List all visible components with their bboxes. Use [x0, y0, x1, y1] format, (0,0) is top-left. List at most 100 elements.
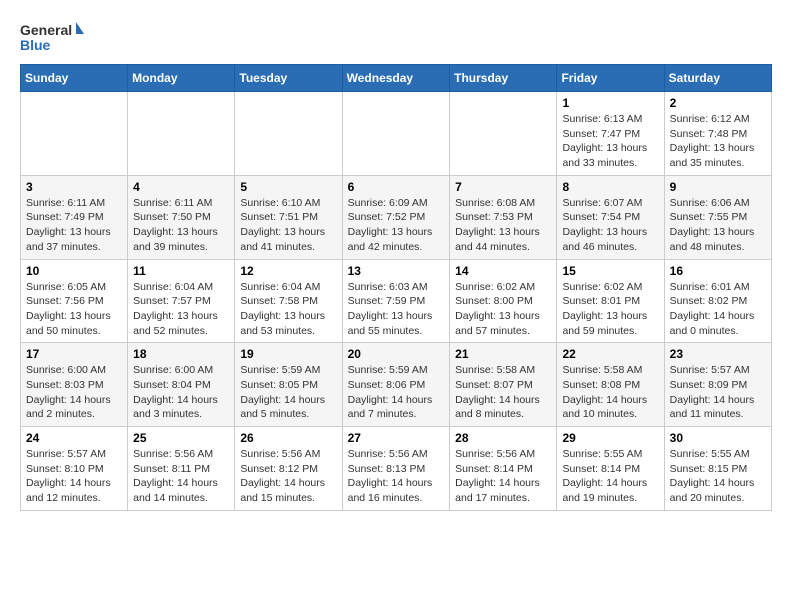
day-info: Sunrise: 5:59 AMSunset: 8:06 PMDaylight:…: [348, 363, 445, 422]
calendar-cell: [235, 92, 342, 176]
day-number: 12: [240, 264, 336, 278]
calendar-cell: 12 Sunrise: 6:04 AMSunset: 7:58 PMDayligh…: [235, 259, 342, 343]
day-info: Sunrise: 6:07 AMSunset: 7:54 PMDaylight:…: [562, 196, 658, 255]
day-number: 25: [133, 431, 229, 445]
week-row-5: 24Sunrise: 5:57 AMSunset: 8:10 PMDayligh…: [21, 427, 772, 511]
day-number: 17: [26, 347, 122, 361]
page-header: GeneralBlue: [20, 20, 772, 56]
calendar-body: 1 Sunrise: 6:13 AMSunset: 7:47 PMDaylight…: [21, 92, 772, 511]
day-info: Sunrise: 5:59 AMSunset: 8:05 PMDaylight:…: [240, 363, 336, 422]
day-info: Sunrise: 5:57 AMSunset: 8:10 PMDaylight:…: [26, 447, 122, 506]
calendar-cell: 21 Sunrise: 5:58 AMSunset: 8:07 PMDayligh…: [450, 343, 557, 427]
day-info: Sunrise: 6:00 AMSunset: 8:03 PMDaylight:…: [26, 363, 122, 422]
day-number: 4: [133, 180, 229, 194]
calendar-cell: 15Sunrise: 6:02 AMSunset: 8:01 PMDayligh…: [557, 259, 664, 343]
calendar-cell: 16 Sunrise: 6:01 AMSunset: 8:02 PMDayligh…: [664, 259, 771, 343]
day-number: 16: [670, 264, 766, 278]
day-number: 14: [455, 264, 551, 278]
day-number: 23: [670, 347, 766, 361]
header-monday: Monday: [128, 65, 235, 92]
day-number: 6: [348, 180, 445, 194]
logo: GeneralBlue: [20, 20, 90, 56]
svg-text:Blue: Blue: [20, 37, 51, 53]
calendar-cell: 22 Sunrise: 5:58 AMSunset: 8:08 PMDayligh…: [557, 343, 664, 427]
day-info: Sunrise: 6:09 AMSunset: 7:52 PMDaylight:…: [348, 196, 445, 255]
day-info: Sunrise: 5:55 AMSunset: 8:15 PMDaylight:…: [670, 447, 766, 506]
day-info: Sunrise: 6:13 AMSunset: 7:47 PMDaylight:…: [562, 112, 658, 171]
calendar-cell: 6 Sunrise: 6:09 AMSunset: 7:52 PMDaylight…: [342, 175, 450, 259]
calendar-cell: [450, 92, 557, 176]
day-info: Sunrise: 5:56 AMSunset: 8:14 PMDaylight:…: [455, 447, 551, 506]
calendar-cell: 3 Sunrise: 6:11 AMSunset: 7:49 PMDaylight…: [21, 175, 128, 259]
day-number: 30: [670, 431, 766, 445]
day-number: 13: [348, 264, 445, 278]
calendar-cell: [21, 92, 128, 176]
calendar-cell: 28 Sunrise: 5:56 AMSunset: 8:14 PMDayligh…: [450, 427, 557, 511]
day-info: Sunrise: 6:10 AMSunset: 7:51 PMDaylight:…: [240, 196, 336, 255]
day-info: Sunrise: 5:58 AMSunset: 8:07 PMDaylight:…: [455, 363, 551, 422]
day-info: Sunrise: 6:02 AMSunset: 8:00 PMDaylight:…: [455, 280, 551, 339]
day-info: Sunrise: 5:56 AMSunset: 8:11 PMDaylight:…: [133, 447, 229, 506]
day-number: 1: [562, 96, 658, 110]
calendar-cell: 26 Sunrise: 5:56 AMSunset: 8:12 PMDayligh…: [235, 427, 342, 511]
day-number: 5: [240, 180, 336, 194]
day-info: Sunrise: 6:12 AMSunset: 7:48 PMDaylight:…: [670, 112, 766, 171]
calendar-table: SundayMondayTuesdayWednesdayThursdayFrid…: [20, 64, 772, 511]
day-info: Sunrise: 6:11 AMSunset: 7:50 PMDaylight:…: [133, 196, 229, 255]
day-number: 22: [562, 347, 658, 361]
day-number: 11: [133, 264, 229, 278]
calendar-cell: 27Sunrise: 5:56 AMSunset: 8:13 PMDayligh…: [342, 427, 450, 511]
day-number: 18: [133, 347, 229, 361]
calendar-cell: 2 Sunrise: 6:12 AMSunset: 7:48 PMDaylight…: [664, 92, 771, 176]
day-info: Sunrise: 5:56 AMSunset: 8:12 PMDaylight:…: [240, 447, 336, 506]
week-row-4: 17 Sunrise: 6:00 AMSunset: 8:03 PMDayligh…: [21, 343, 772, 427]
calendar-cell: [128, 92, 235, 176]
day-info: Sunrise: 6:04 AMSunset: 7:57 PMDaylight:…: [133, 280, 229, 339]
day-info: Sunrise: 6:00 AMSunset: 8:04 PMDaylight:…: [133, 363, 229, 422]
day-number: 21: [455, 347, 551, 361]
calendar-cell: 20Sunrise: 5:59 AMSunset: 8:06 PMDayligh…: [342, 343, 450, 427]
header-wednesday: Wednesday: [342, 65, 450, 92]
calendar-cell: 23Sunrise: 5:57 AMSunset: 8:09 PMDayligh…: [664, 343, 771, 427]
day-number: 19: [240, 347, 336, 361]
day-number: 9: [670, 180, 766, 194]
header-tuesday: Tuesday: [235, 65, 342, 92]
day-info: Sunrise: 6:04 AMSunset: 7:58 PMDaylight:…: [240, 280, 336, 339]
calendar-cell: 5 Sunrise: 6:10 AMSunset: 7:51 PMDaylight…: [235, 175, 342, 259]
calendar-cell: 24Sunrise: 5:57 AMSunset: 8:10 PMDayligh…: [21, 427, 128, 511]
day-number: 26: [240, 431, 336, 445]
calendar-cell: 11 Sunrise: 6:04 AMSunset: 7:57 PMDayligh…: [128, 259, 235, 343]
header-row: SundayMondayTuesdayWednesdayThursdayFrid…: [21, 65, 772, 92]
calendar-cell: 4 Sunrise: 6:11 AMSunset: 7:50 PMDaylight…: [128, 175, 235, 259]
day-info: Sunrise: 6:06 AMSunset: 7:55 PMDaylight:…: [670, 196, 766, 255]
day-info: Sunrise: 6:03 AMSunset: 7:59 PMDaylight:…: [348, 280, 445, 339]
week-row-2: 3 Sunrise: 6:11 AMSunset: 7:49 PMDaylight…: [21, 175, 772, 259]
header-friday: Friday: [557, 65, 664, 92]
day-info: Sunrise: 6:11 AMSunset: 7:49 PMDaylight:…: [26, 196, 122, 255]
day-number: 29: [562, 431, 658, 445]
calendar-cell: 25 Sunrise: 5:56 AMSunset: 8:11 PMDayligh…: [128, 427, 235, 511]
calendar-cell: 1 Sunrise: 6:13 AMSunset: 7:47 PMDaylight…: [557, 92, 664, 176]
calendar-cell: 13 Sunrise: 6:03 AMSunset: 7:59 PMDayligh…: [342, 259, 450, 343]
day-info: Sunrise: 5:58 AMSunset: 8:08 PMDaylight:…: [562, 363, 658, 422]
calendar-cell: 7 Sunrise: 6:08 AMSunset: 7:53 PMDaylight…: [450, 175, 557, 259]
day-number: 8: [562, 180, 658, 194]
header-sunday: Sunday: [21, 65, 128, 92]
calendar-cell: 29Sunrise: 5:55 AMSunset: 8:14 PMDayligh…: [557, 427, 664, 511]
day-info: Sunrise: 6:05 AMSunset: 7:56 PMDaylight:…: [26, 280, 122, 339]
day-number: 3: [26, 180, 122, 194]
day-number: 28: [455, 431, 551, 445]
svg-text:General: General: [20, 22, 72, 38]
calendar-cell: 19 Sunrise: 5:59 AMSunset: 8:05 PMDayligh…: [235, 343, 342, 427]
day-info: Sunrise: 6:08 AMSunset: 7:53 PMDaylight:…: [455, 196, 551, 255]
calendar-cell: 17 Sunrise: 6:00 AMSunset: 8:03 PMDayligh…: [21, 343, 128, 427]
day-number: 2: [670, 96, 766, 110]
day-info: Sunrise: 6:02 AMSunset: 8:01 PMDaylight:…: [562, 280, 658, 339]
day-info: Sunrise: 6:01 AMSunset: 8:02 PMDaylight:…: [670, 280, 766, 339]
day-number: 7: [455, 180, 551, 194]
calendar-cell: [342, 92, 450, 176]
calendar-cell: 14 Sunrise: 6:02 AMSunset: 8:00 PMDayligh…: [450, 259, 557, 343]
day-number: 10: [26, 264, 122, 278]
calendar-cell: 10 Sunrise: 6:05 AMSunset: 7:56 PMDayligh…: [21, 259, 128, 343]
calendar-cell: 9 Sunrise: 6:06 AMSunset: 7:55 PMDaylight…: [664, 175, 771, 259]
